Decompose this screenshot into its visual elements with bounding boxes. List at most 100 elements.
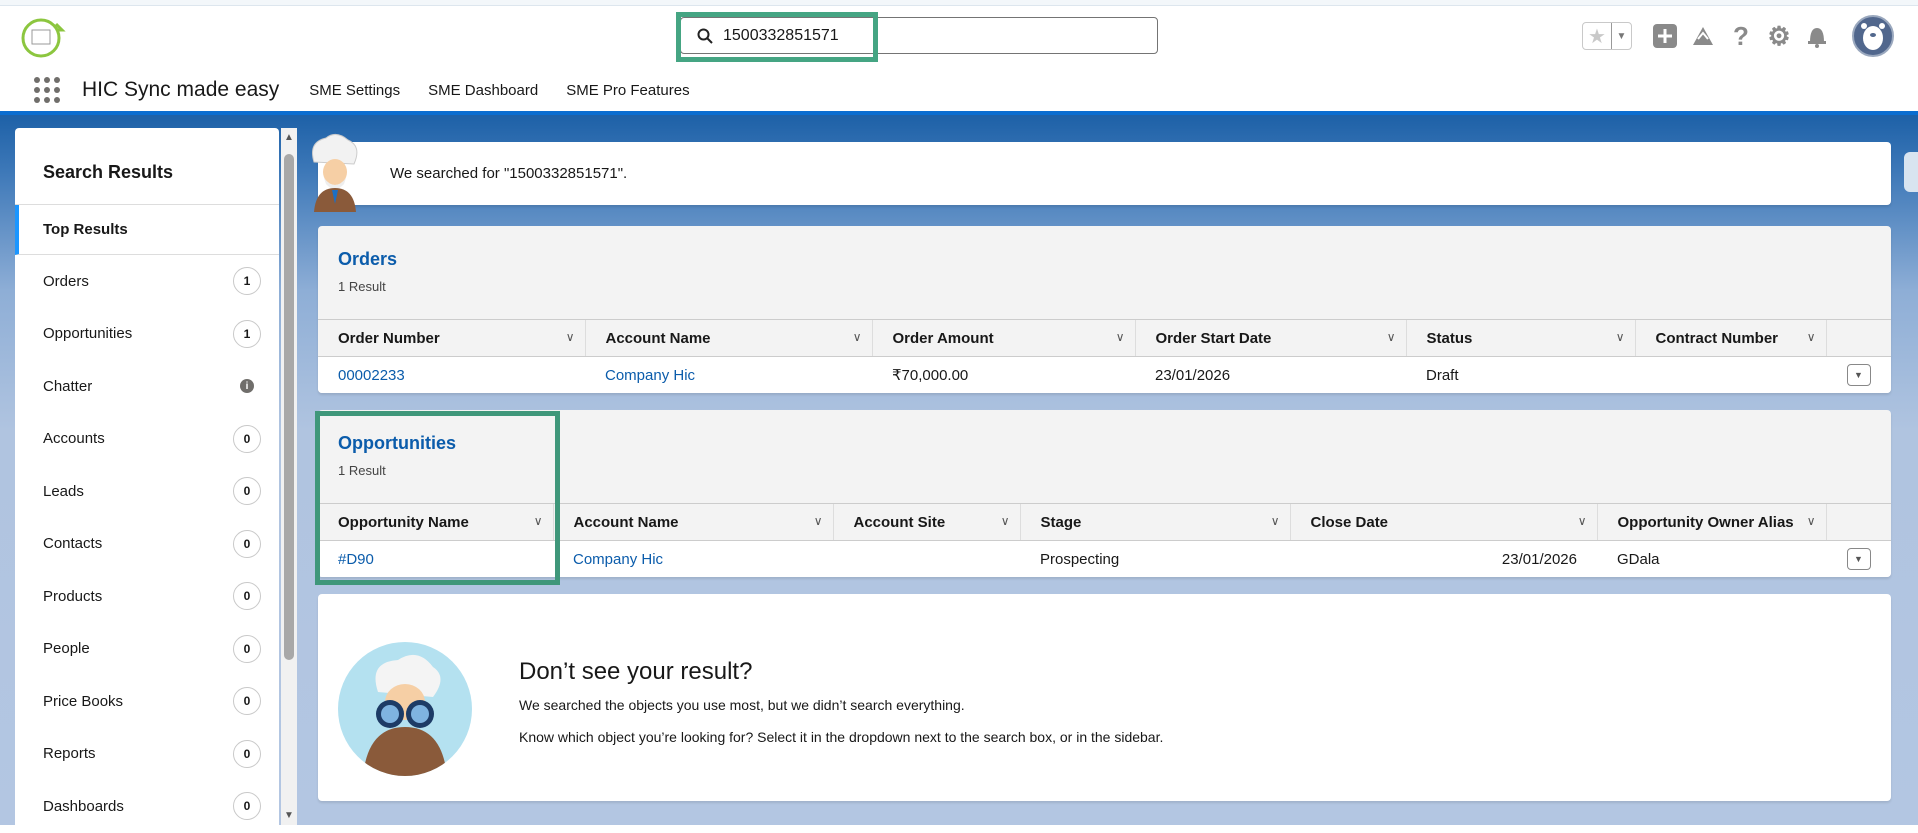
chevron-down-icon[interactable]: ∨ (566, 330, 575, 344)
sidebar-item-people[interactable]: People 0 (15, 623, 279, 676)
caret-down-icon[interactable]: ▼ (1611, 23, 1631, 49)
app-logo (21, 18, 66, 58)
sidebar-item-label: Leads (43, 482, 84, 500)
table-cell: ₹70,000.00 (872, 356, 1135, 393)
orders-result-count: 1 Result (338, 279, 386, 294)
cell-value: Draft (1426, 366, 1459, 384)
app-launcher-icon[interactable] (34, 77, 60, 103)
cell-value: ₹70,000.00 (892, 367, 969, 385)
nav-sme-pro-features[interactable]: SME Pro Features (566, 82, 689, 99)
row-actions-dropdown[interactable]: ▼ (1846, 548, 1871, 571)
row-actions-dropdown[interactable]: ▼ (1846, 364, 1871, 387)
column-header-label: Account Name (605, 329, 711, 347)
column-header[interactable]: Status ∨ (1405, 319, 1635, 357)
column-header-label: Account Site (853, 513, 946, 531)
sidebar-item-label: Products (43, 587, 103, 605)
count-badge: 0 (233, 477, 261, 506)
search-results-sidebar: Search Results Top Results Orders 1 Opport… (15, 128, 279, 825)
browser-top-strip (0, 0, 1918, 6)
sidebar-item-contacts[interactable]: Contacts 0 (15, 518, 279, 571)
sidebar-item-top-results[interactable]: Top Results (15, 205, 279, 255)
chevron-down-icon[interactable]: ∨ (1578, 514, 1587, 528)
count-badge: 0 (233, 634, 261, 663)
chevron-down-icon[interactable]: ∨ (1807, 514, 1816, 528)
sidebar-item-orders[interactable]: Orders 1 (15, 255, 279, 308)
column-header[interactable]: Contract Number ∨ (1634, 319, 1826, 357)
sidebar-title: Search Results (15, 128, 279, 205)
trailhead-icon[interactable] (1690, 23, 1716, 49)
row-actions-cell: ▼ (1826, 540, 1891, 577)
sidebar-item-products[interactable]: Products 0 (15, 570, 279, 623)
column-header-label: Order Amount (892, 329, 994, 347)
orders-card: Orders 1 Result Order Number ∨ Account Nam… (318, 226, 1891, 393)
sidebar-item-reports[interactable]: Reports 0 (15, 728, 279, 781)
table-cell (833, 540, 1020, 577)
sidebar-item-label: Price Books (43, 692, 124, 710)
orders-table: Order Number ∨ Account Name ∨ Order Amount ∨ O… (318, 319, 1891, 393)
scroll-down-icon[interactable]: ▼ (284, 810, 294, 821)
row-actions-cell: ▼ (1826, 356, 1891, 393)
sidebar-item-label: Reports (43, 745, 96, 763)
column-header-label: Order Number (338, 329, 440, 347)
chevron-down-icon[interactable]: ∨ (1807, 330, 1816, 344)
table-cell: 23/01/2026 (1135, 356, 1406, 393)
sidebar-item-accounts[interactable]: Accounts 0 (15, 413, 279, 466)
table-cell: Prospecting (1020, 540, 1290, 577)
favorites-button[interactable]: ★ ▼ (1582, 22, 1632, 50)
column-header[interactable]: Account Name ∨ (584, 319, 872, 357)
column-header[interactable]: Account Site ∨ (832, 503, 1020, 541)
sidebar-item-leads[interactable]: Leads 0 (15, 465, 279, 518)
no-result-text-1: We searched the objects you use most, bu… (519, 697, 965, 713)
column-header[interactable]: Close Date ∨ (1289, 503, 1597, 541)
help-icon[interactable]: ? (1728, 21, 1754, 51)
column-header[interactable]: Opportunity Owner Alias ∨ (1596, 503, 1826, 541)
chevron-down-icon[interactable]: ∨ (814, 514, 823, 528)
search-summary-text: We searched for "1500332851571". (390, 165, 628, 182)
count-badge: 0 (233, 424, 261, 453)
chevron-down-icon[interactable]: ∨ (1116, 330, 1125, 344)
side-panel-toggle[interactable] (1904, 152, 1918, 192)
record-link[interactable]: Company Hic (605, 367, 695, 384)
sidebar-item-label: Accounts (43, 430, 105, 448)
chevron-down-icon[interactable]: ∨ (1271, 514, 1280, 528)
column-header[interactable]: Stage ∨ (1019, 503, 1290, 541)
count-badge: 0 (233, 529, 261, 558)
bell-icon[interactable] (1804, 23, 1830, 49)
cell-value: 23/01/2026 (1155, 366, 1231, 384)
gear-icon[interactable]: ⚙ (1766, 21, 1792, 51)
sidebar-item-label: Orders (43, 272, 89, 290)
chevron-down-icon[interactable]: ∨ (1001, 514, 1010, 528)
scroll-up-icon[interactable]: ▲ (284, 132, 294, 143)
search-summary-bar: We searched for "1500332851571". (318, 142, 1891, 205)
column-header[interactable]: Order Start Date ∨ (1134, 319, 1406, 357)
record-link[interactable]: Company Hic (573, 551, 663, 568)
sidebar-item-chatter[interactable]: Chatter i (15, 360, 279, 413)
column-header[interactable]: Order Amount ∨ (871, 319, 1135, 357)
scrollbar-thumb[interactable] (284, 154, 294, 660)
table-cell: Draft (1406, 356, 1635, 393)
sidebar-scrollbar[interactable]: ▲ ▼ (281, 128, 297, 825)
count-badge: 1 (233, 319, 261, 348)
column-header[interactable]: Account Name ∨ (552, 503, 833, 541)
avatar[interactable] (1852, 15, 1894, 57)
orders-title-link[interactable]: Orders (338, 249, 397, 270)
nav-sme-dashboard[interactable]: SME Dashboard (428, 82, 538, 99)
chevron-down-icon[interactable]: ∨ (1616, 330, 1625, 344)
column-header-label: Stage (1040, 513, 1082, 531)
add-icon[interactable] (1652, 23, 1678, 49)
cell-value: 23/01/2026 (1501, 550, 1577, 568)
column-header[interactable]: Order Number ∨ (318, 319, 585, 357)
sidebar-item-opportunities[interactable]: Opportunities 1 (15, 308, 279, 361)
star-icon: ★ (1588, 25, 1606, 48)
column-header-label: Order Start Date (1155, 329, 1272, 347)
record-link[interactable]: 00002233 (338, 367, 405, 384)
nav-sme-settings[interactable]: SME Settings (309, 82, 400, 99)
column-header-actions (1825, 503, 1891, 541)
chevron-down-icon[interactable]: ∨ (853, 330, 862, 344)
cell-value: Prospecting (1040, 550, 1120, 568)
search-highlight-box (676, 12, 878, 62)
chevron-down-icon[interactable]: ∨ (1387, 330, 1396, 344)
sidebar-item-price-books[interactable]: Price Books 0 (15, 675, 279, 728)
column-header-label: Close Date (1310, 513, 1389, 531)
column-header-label: Account Name (573, 513, 679, 531)
